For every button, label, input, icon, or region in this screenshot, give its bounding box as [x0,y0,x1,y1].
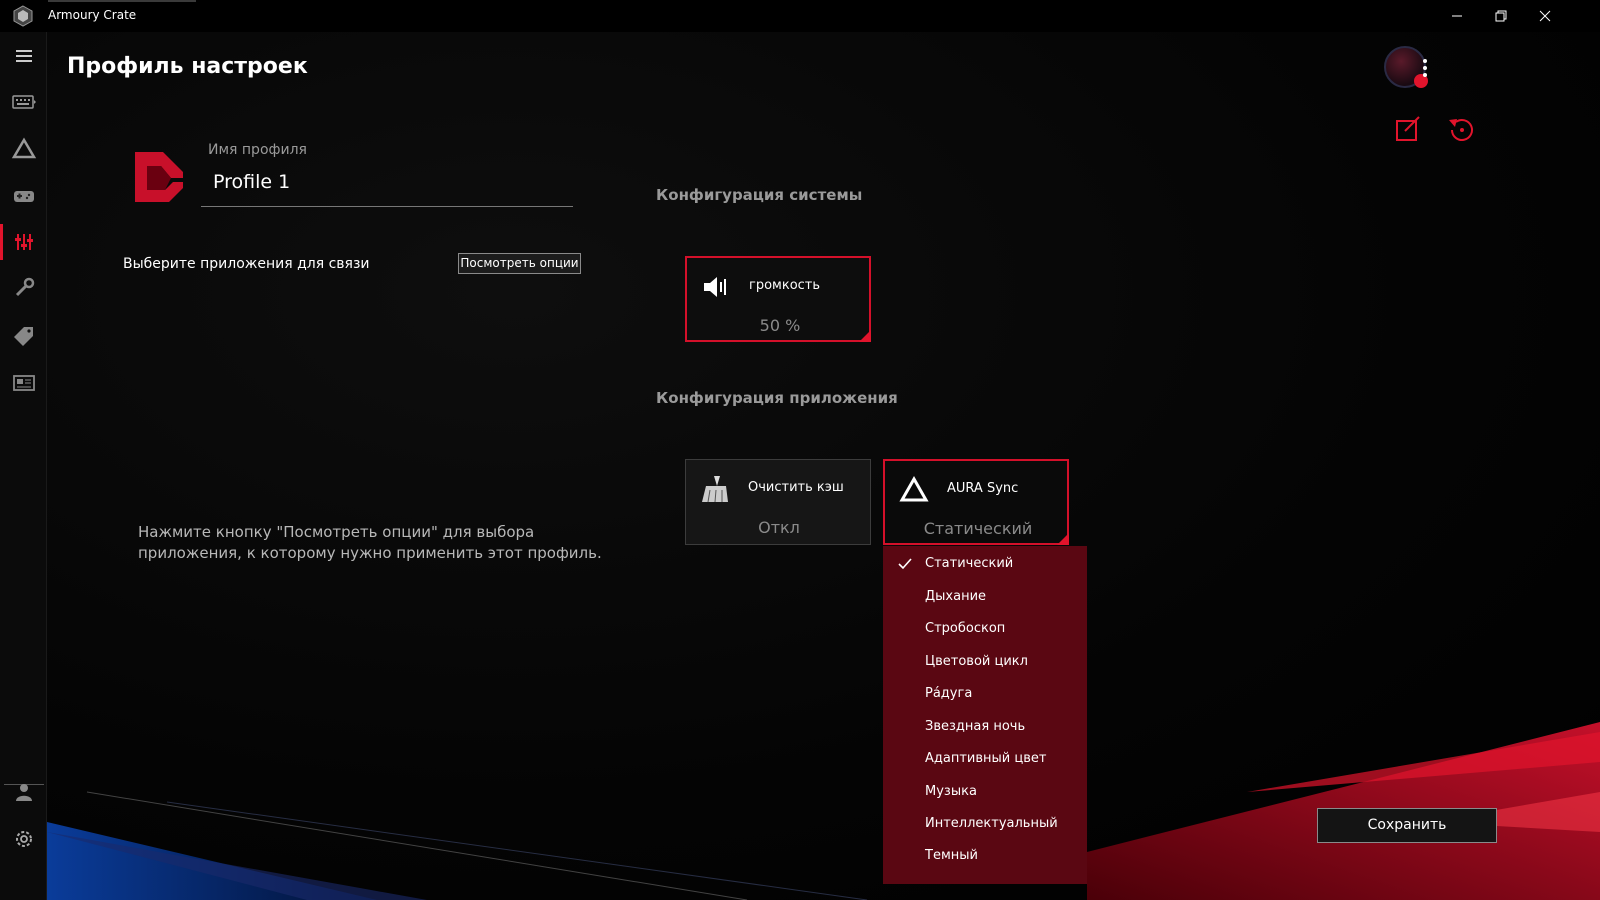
app-title: Armoury Crate [48,8,137,22]
clear-cache-card[interactable]: Очистить кэш Откл [685,459,871,545]
aura-sync-card[interactable]: AURA Sync Статический [883,459,1069,545]
dropdown-option[interactable]: Музыка [883,776,1087,808]
minimize-icon [1452,15,1462,17]
dropdown-option[interactable]: Стробоскоп [883,613,1087,645]
speaker-icon [704,277,726,297]
sidebar-item-user-center[interactable] [0,770,47,814]
sliders-icon [14,234,33,250]
gear-icon [15,831,32,847]
vertical-dots-icon [1423,59,1427,77]
volume-card[interactable]: громкость 50 % [685,256,871,342]
sidebar-menu-button[interactable] [0,34,47,78]
volume-label: громкость [749,278,821,293]
dropdown-option[interactable]: Адаптивный цвет [883,743,1087,775]
sidebar-item-aura[interactable] [0,127,47,171]
close-button[interactable] [1522,0,1568,32]
volume-value: 50 % [759,316,801,335]
news-icon [12,375,35,391]
user-icon [15,784,32,801]
card-corner-icon [859,330,871,342]
card-corner-icon [1057,533,1069,545]
sidebar-item-news[interactable] [0,361,47,405]
dropdown-option[interactable]: Дыхание [883,581,1087,613]
wrench-icon [15,277,34,297]
aura-effect-dropdown: Статический Дыхание Стробоскоп Цветовой … [883,546,1087,884]
dropdown-option[interactable]: Звездная ночь [883,711,1087,743]
page-title: Профиль настроек [67,54,308,79]
dropdown-option[interactable]: Рáдуга [883,678,1087,710]
broom-icon [702,476,728,503]
gamepad-icon [13,191,34,202]
aura-sync-value: Статический [923,519,1033,538]
title-bar-accent [48,0,196,2]
keyboard-icon [11,95,36,109]
sidebar-item-game-library[interactable] [0,174,47,218]
app-config-title: Конфигурация приложения [656,389,898,407]
sidebar-item-devices[interactable] [0,80,47,124]
sidebar-item-deals[interactable] [0,314,47,358]
dropdown-option[interactable]: Интеллектуальный [883,808,1087,840]
minimize-button[interactable] [1434,0,1480,32]
armoury-crate-logo-icon [13,5,33,27]
dropdown-option[interactable]: Темный [883,840,1087,872]
edit-profile-button[interactable] [1395,116,1421,142]
close-icon [1539,10,1551,22]
more-options-button[interactable] [1415,56,1435,80]
reset-profile-button[interactable] [1447,116,1477,142]
checkmark-icon [898,558,912,570]
restore-button[interactable] [1478,0,1524,32]
sidebar [0,32,47,900]
system-config-title: Конфигурация системы [656,186,863,204]
hint-text: Нажмите кнопку "Посмотреть опции" для вы… [138,523,602,562]
profile-name-field[interactable]: Profile 1 [201,168,573,207]
sidebar-item-tools[interactable] [0,266,47,310]
clear-cache-value: Откл [758,518,800,537]
dropdown-option[interactable]: Цветовой цикл [883,646,1087,678]
profile-logo-icon [135,152,183,202]
main-content: Профиль настроек Имя профиля Profile 1 В… [47,32,1600,900]
clear-cache-label: Очистить кэш [748,480,844,495]
title-bar: Armoury Crate [0,0,1600,32]
sidebar-item-settings[interactable] [0,817,47,861]
profile-name-label: Имя профиля [208,142,307,158]
app-link-label: Выберите приложения для связи [123,256,370,272]
hamburger-icon [15,50,32,62]
tag-icon [13,327,33,346]
restore-icon [1495,10,1507,22]
save-button[interactable]: Сохранить [1317,808,1497,843]
aura-icon [11,137,36,159]
view-options-button[interactable]: Посмотреть опции [458,253,581,274]
dropdown-option[interactable]: Статический [883,548,1087,580]
aura-sync-label: AURA Sync [947,481,1019,496]
sidebar-item-scenario-profiles[interactable] [0,220,47,264]
aura-sync-icon [899,475,929,502]
